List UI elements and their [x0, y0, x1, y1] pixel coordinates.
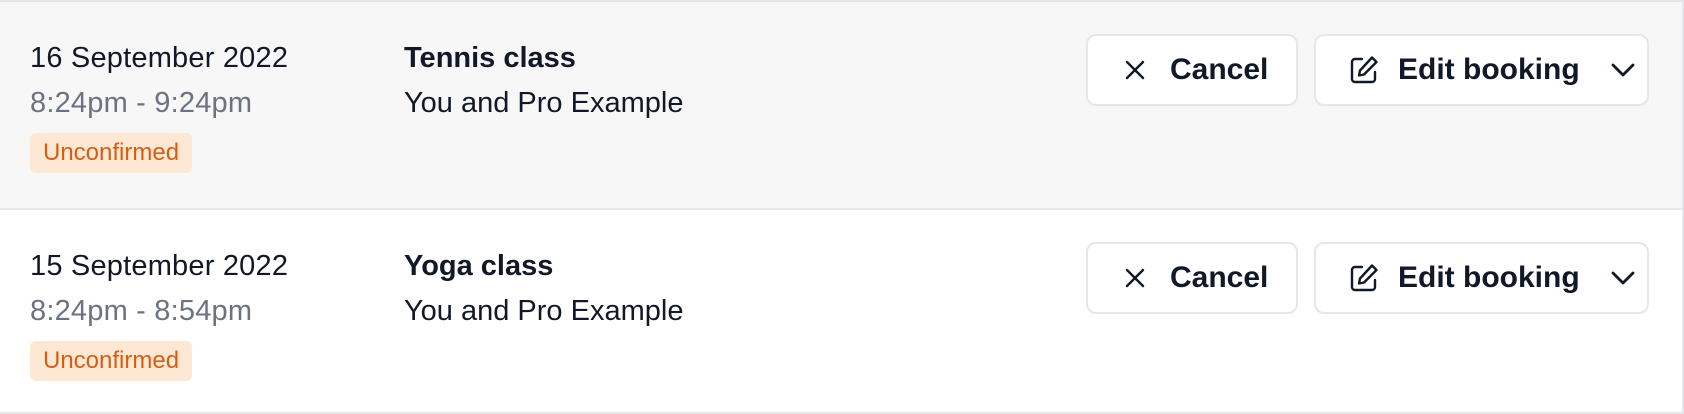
chevron-down-icon[interactable]	[1610, 62, 1636, 78]
booking-date: 15 September 2022	[30, 250, 289, 282]
booking-attendees: You and Pro Example	[404, 295, 684, 327]
close-icon	[1124, 267, 1146, 289]
status-badge: Unconfirmed	[30, 341, 193, 381]
edit-icon	[1348, 262, 1380, 294]
booking-title: Yoga class	[404, 250, 554, 282]
cancel-button-label: Cancel	[1170, 53, 1269, 86]
booking-title: Tennis class	[404, 42, 576, 74]
cancel-button-label: Cancel	[1170, 261, 1269, 294]
edit-icon	[1348, 54, 1380, 86]
booking-row: 15 September 2022 8:24pm - 8:54pm Unconf…	[0, 208, 1682, 414]
close-icon	[1124, 59, 1146, 81]
edit-booking-label: Edit booking	[1398, 53, 1580, 86]
bookings-list: 16 September 2022 8:24pm - 9:24pm Unconf…	[0, 0, 1684, 414]
cancel-button[interactable]: Cancel	[1086, 242, 1298, 314]
edit-booking-label: Edit booking	[1398, 261, 1580, 294]
status-badge: Unconfirmed	[30, 133, 193, 173]
edit-booking-button[interactable]: Edit booking	[1314, 242, 1649, 314]
booking-time: 8:24pm - 8:54pm	[30, 295, 253, 327]
chevron-down-icon[interactable]	[1610, 270, 1636, 286]
booking-row: 16 September 2022 8:24pm - 9:24pm Unconf…	[0, 0, 1682, 208]
edit-booking-button[interactable]: Edit booking	[1314, 34, 1649, 106]
cancel-button[interactable]: Cancel	[1086, 34, 1298, 106]
booking-attendees: You and Pro Example	[404, 87, 684, 119]
booking-date: 16 September 2022	[30, 42, 289, 74]
booking-time: 8:24pm - 9:24pm	[30, 87, 253, 119]
